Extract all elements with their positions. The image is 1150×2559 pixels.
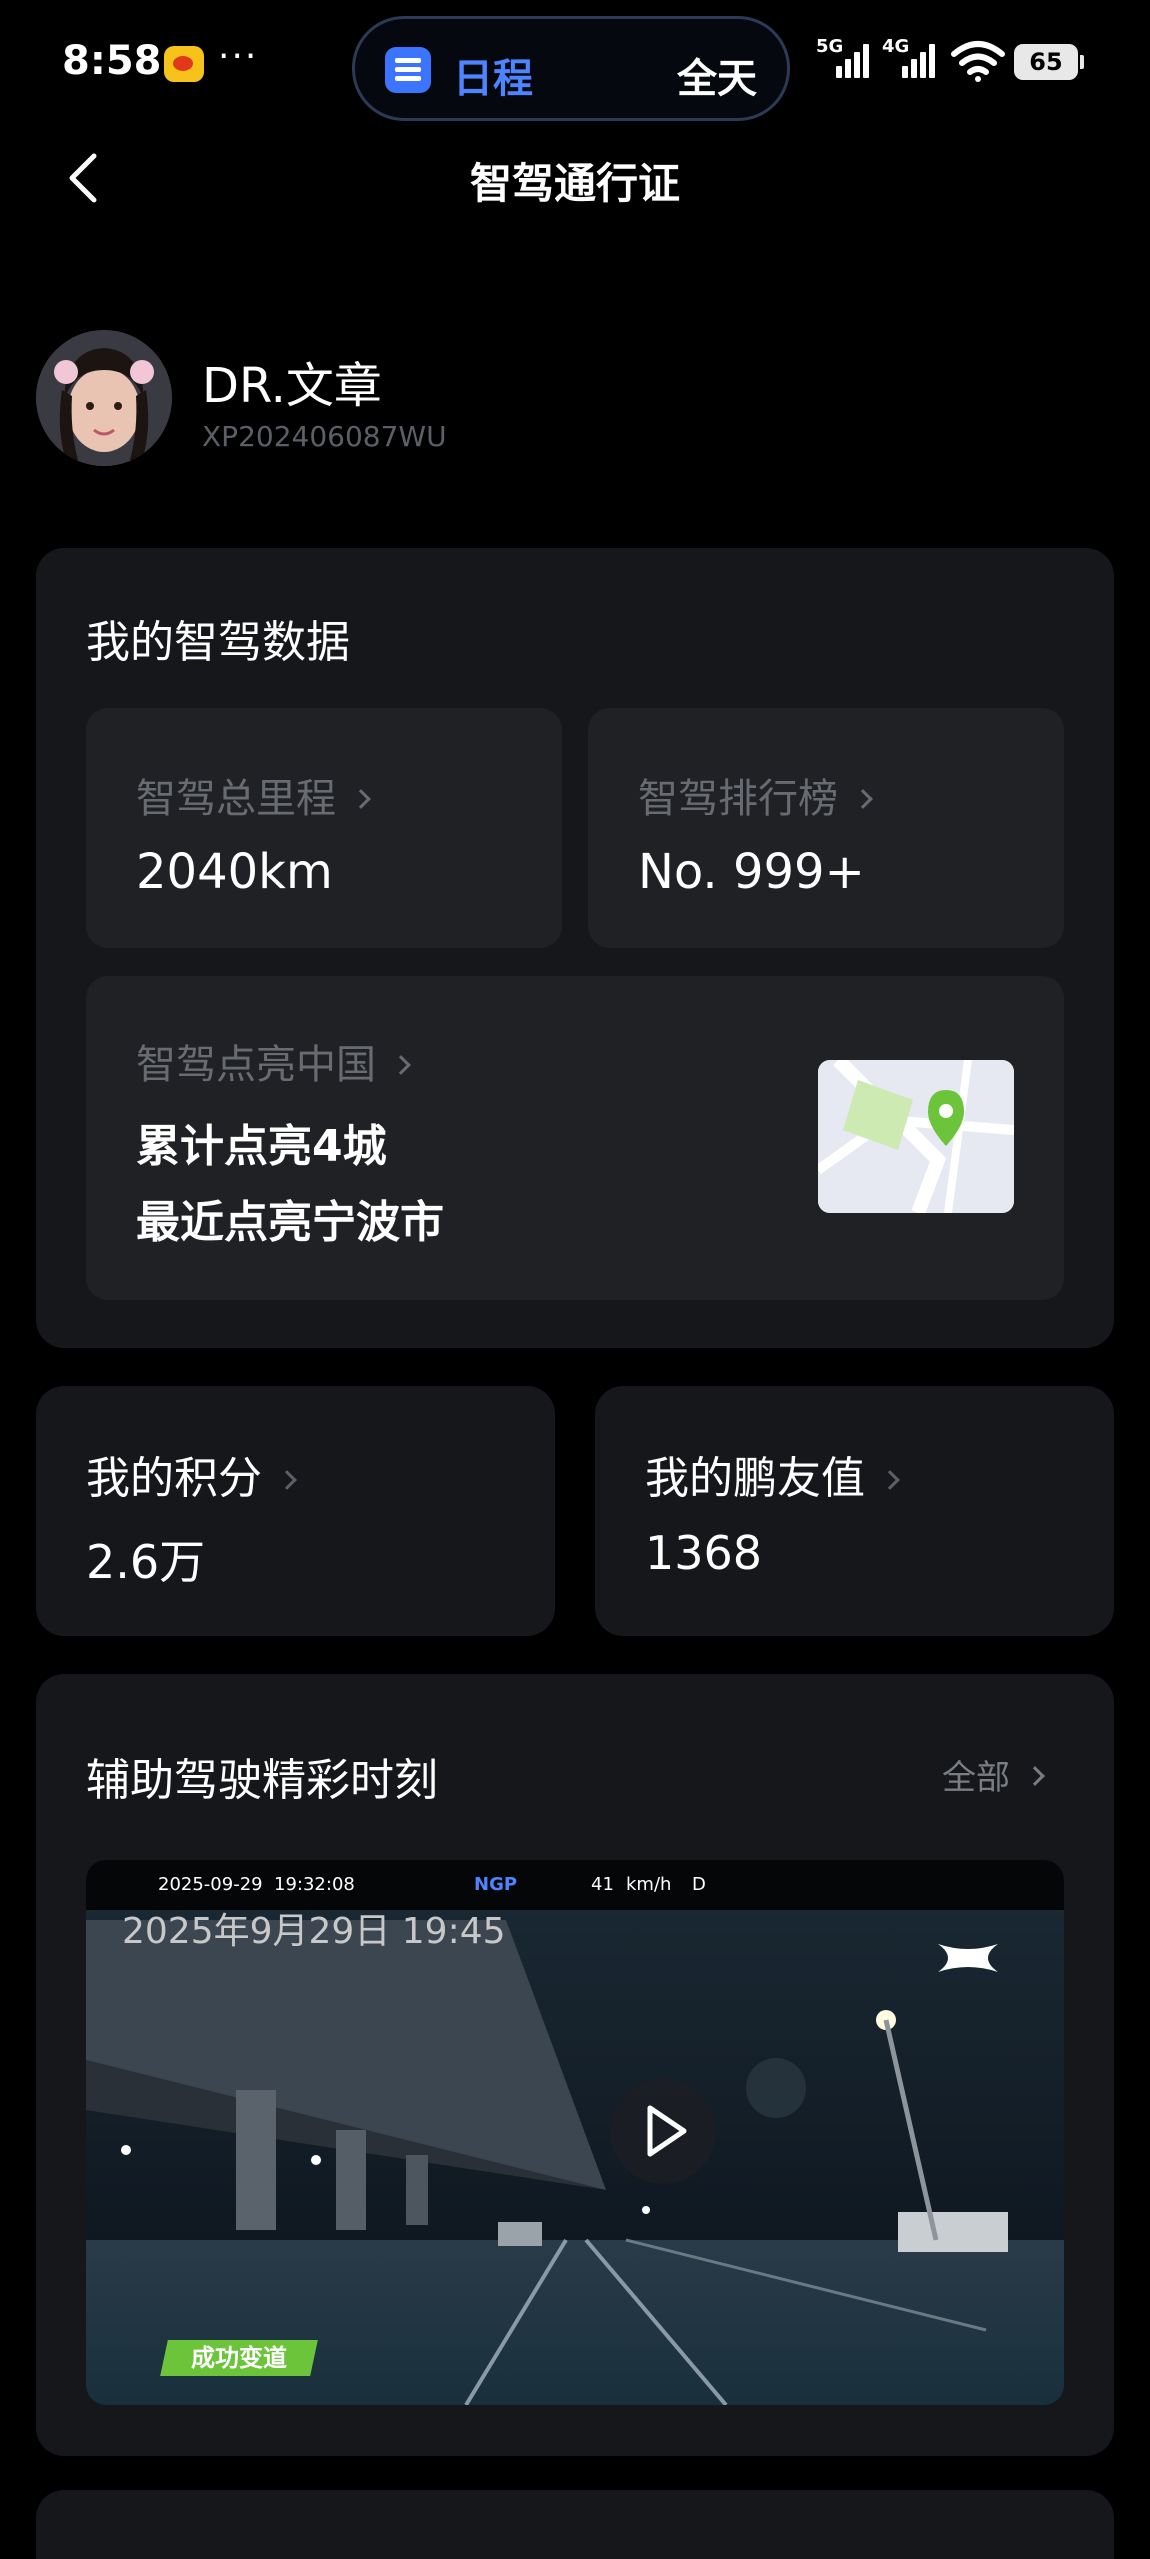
smart-drive-title: 我的智驾数据 bbox=[86, 617, 350, 668]
play-button[interactable] bbox=[610, 2078, 716, 2184]
total-mileage-label: 智驾总里程 bbox=[136, 776, 336, 822]
points-card[interactable] bbox=[36, 1386, 555, 1636]
map-thumbnail[interactable] bbox=[818, 1060, 1014, 1213]
osd-gear: D bbox=[692, 1874, 706, 1895]
friend-value-label-row: 我的鹏友值 bbox=[645, 1442, 900, 1506]
osd-date: 2025-09-29 bbox=[158, 1874, 263, 1895]
video-overlay-date: 2025年9月29日 19:45 bbox=[122, 1911, 506, 1952]
friend-value-value: 1368 bbox=[645, 1526, 763, 1580]
light-china-label-row: 智驾点亮中国 bbox=[136, 1032, 411, 1090]
chevron-right-icon bbox=[853, 789, 873, 809]
xpeng-logo-icon bbox=[938, 1944, 998, 1972]
schedule-island[interactable]: 日程 全天 bbox=[352, 16, 790, 121]
ranking-label-row: 智驾排行榜 bbox=[638, 766, 873, 824]
points-label-row: 我的积分 bbox=[86, 1442, 297, 1506]
ranking-label: 智驾排行榜 bbox=[638, 776, 838, 822]
total-mileage-value: 2040km bbox=[136, 844, 333, 900]
user-name: DR.文章 bbox=[202, 358, 382, 414]
chevron-right-icon bbox=[351, 789, 371, 809]
points-value: 2.6万 bbox=[86, 1535, 206, 1589]
see-all-label: 全部 bbox=[942, 1758, 1010, 1798]
ranking-tile[interactable] bbox=[588, 708, 1064, 948]
next-section-card bbox=[36, 2490, 1114, 2559]
page-title: 智驾通行证 bbox=[469, 159, 680, 208]
status-time: 8:58 bbox=[62, 38, 162, 84]
lane-change-tag: 成功变道 bbox=[160, 2340, 318, 2376]
points-label: 我的积分 bbox=[86, 1453, 262, 1504]
total-mileage-label-row: 智驾总里程 bbox=[136, 766, 371, 824]
user-id: XP202406087WU bbox=[202, 420, 447, 453]
chevron-right-icon bbox=[1025, 1766, 1045, 1786]
light-china-label: 智驾点亮中国 bbox=[136, 1042, 376, 1088]
battery-icon: 65 bbox=[1014, 44, 1084, 80]
schedule-label: 日程 bbox=[453, 56, 533, 102]
total-mileage-tile[interactable] bbox=[86, 708, 562, 948]
highlight-video[interactable]: 2025-09-29 19:32:08 NGP 41 km/h D 2025年9… bbox=[86, 1860, 1064, 2405]
light-recent-city: 最近点亮宁波市 bbox=[136, 1197, 444, 1248]
avatar[interactable] bbox=[36, 330, 172, 466]
light-cities-count: 累计点亮4城 bbox=[136, 1121, 387, 1172]
friend-value-card[interactable] bbox=[595, 1386, 1114, 1636]
lane-change-tag-label: 成功变道 bbox=[191, 2344, 287, 2372]
osd-unit: km/h bbox=[626, 1874, 672, 1895]
chevron-right-icon bbox=[277, 1470, 297, 1490]
more-notifications-icon: ··· bbox=[218, 36, 259, 77]
signal-4g-icon bbox=[902, 44, 938, 78]
schedule-icon bbox=[385, 47, 431, 93]
friend-value-label: 我的鹏友值 bbox=[645, 1453, 865, 1504]
see-all-link[interactable]: 全部 bbox=[942, 1750, 1045, 1799]
wifi-icon bbox=[951, 41, 1005, 82]
ranking-value: No. 999+ bbox=[638, 844, 865, 900]
play-icon bbox=[647, 2105, 687, 2157]
osd-speed: 41 bbox=[591, 1874, 614, 1895]
schedule-all-day: 全天 bbox=[677, 56, 757, 102]
highlights-title: 辅助驾驶精彩时刻 bbox=[86, 1755, 438, 1806]
weibo-notification-icon bbox=[164, 46, 204, 82]
osd-ngp: NGP bbox=[474, 1874, 518, 1895]
signal-5g-icon bbox=[836, 44, 872, 78]
osd-time: 19:32:08 bbox=[274, 1874, 355, 1895]
chevron-right-icon bbox=[391, 1055, 411, 1075]
status-bar: 8:58 ··· 日程 全天 5G 4G 65 bbox=[0, 0, 1150, 135]
chevron-right-icon bbox=[880, 1470, 900, 1490]
